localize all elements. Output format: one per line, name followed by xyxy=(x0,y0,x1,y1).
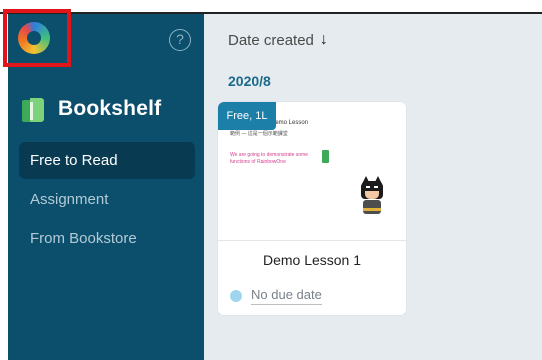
brand-title: Bookshelf xyxy=(58,97,162,120)
due-date-label: No due date xyxy=(251,287,322,305)
access-badge: Free, 1L xyxy=(218,102,276,130)
help-icon[interactable]: ? xyxy=(169,29,191,51)
sidebar-item-free-to-read[interactable]: Free to Read xyxy=(19,142,195,179)
sidebar-item-from-bookstore[interactable]: From Bookstore xyxy=(19,220,195,257)
arrow-down-icon[interactable]: ↓ xyxy=(320,31,328,49)
group-date-heading: 2020/8 xyxy=(228,73,271,89)
brand: Bookshelf xyxy=(18,94,161,124)
lesson-thumbnail[interactable]: is a Demo Lesson 範例 — 這是一個示範課堂 We are go… xyxy=(218,102,406,241)
logo-highlight-box[interactable] xyxy=(3,9,71,67)
thumbnail-text-line: 範例 — 這是一個示範課堂 xyxy=(230,131,288,137)
sidebar: ? Bookshelf Free to Read Assignment From… xyxy=(3,9,204,360)
lesson-title[interactable]: Demo Lesson 1 xyxy=(218,252,406,268)
status-dot-icon xyxy=(230,290,242,302)
main-content: Date created ↓ 2020/8 is a Demo Lesson 範… xyxy=(204,14,542,360)
thumbnail-highlight-text: We are going to demonstrate some functio… xyxy=(230,152,309,165)
sort-label[interactable]: Date created xyxy=(228,32,314,49)
sort-control[interactable]: Date created ↓ xyxy=(228,31,328,49)
book-icon xyxy=(18,94,48,124)
thumbnail-green-marker xyxy=(322,150,329,163)
app-logo-icon[interactable] xyxy=(18,22,50,54)
sidebar-nav: Free to Read Assignment From Bookstore xyxy=(19,142,195,259)
sidebar-item-assignment[interactable]: Assignment xyxy=(19,181,195,218)
top-border xyxy=(0,0,542,14)
batman-figure-icon xyxy=(350,175,394,219)
lesson-card[interactable]: is a Demo Lesson 範例 — 這是一個示範課堂 We are go… xyxy=(218,102,406,315)
